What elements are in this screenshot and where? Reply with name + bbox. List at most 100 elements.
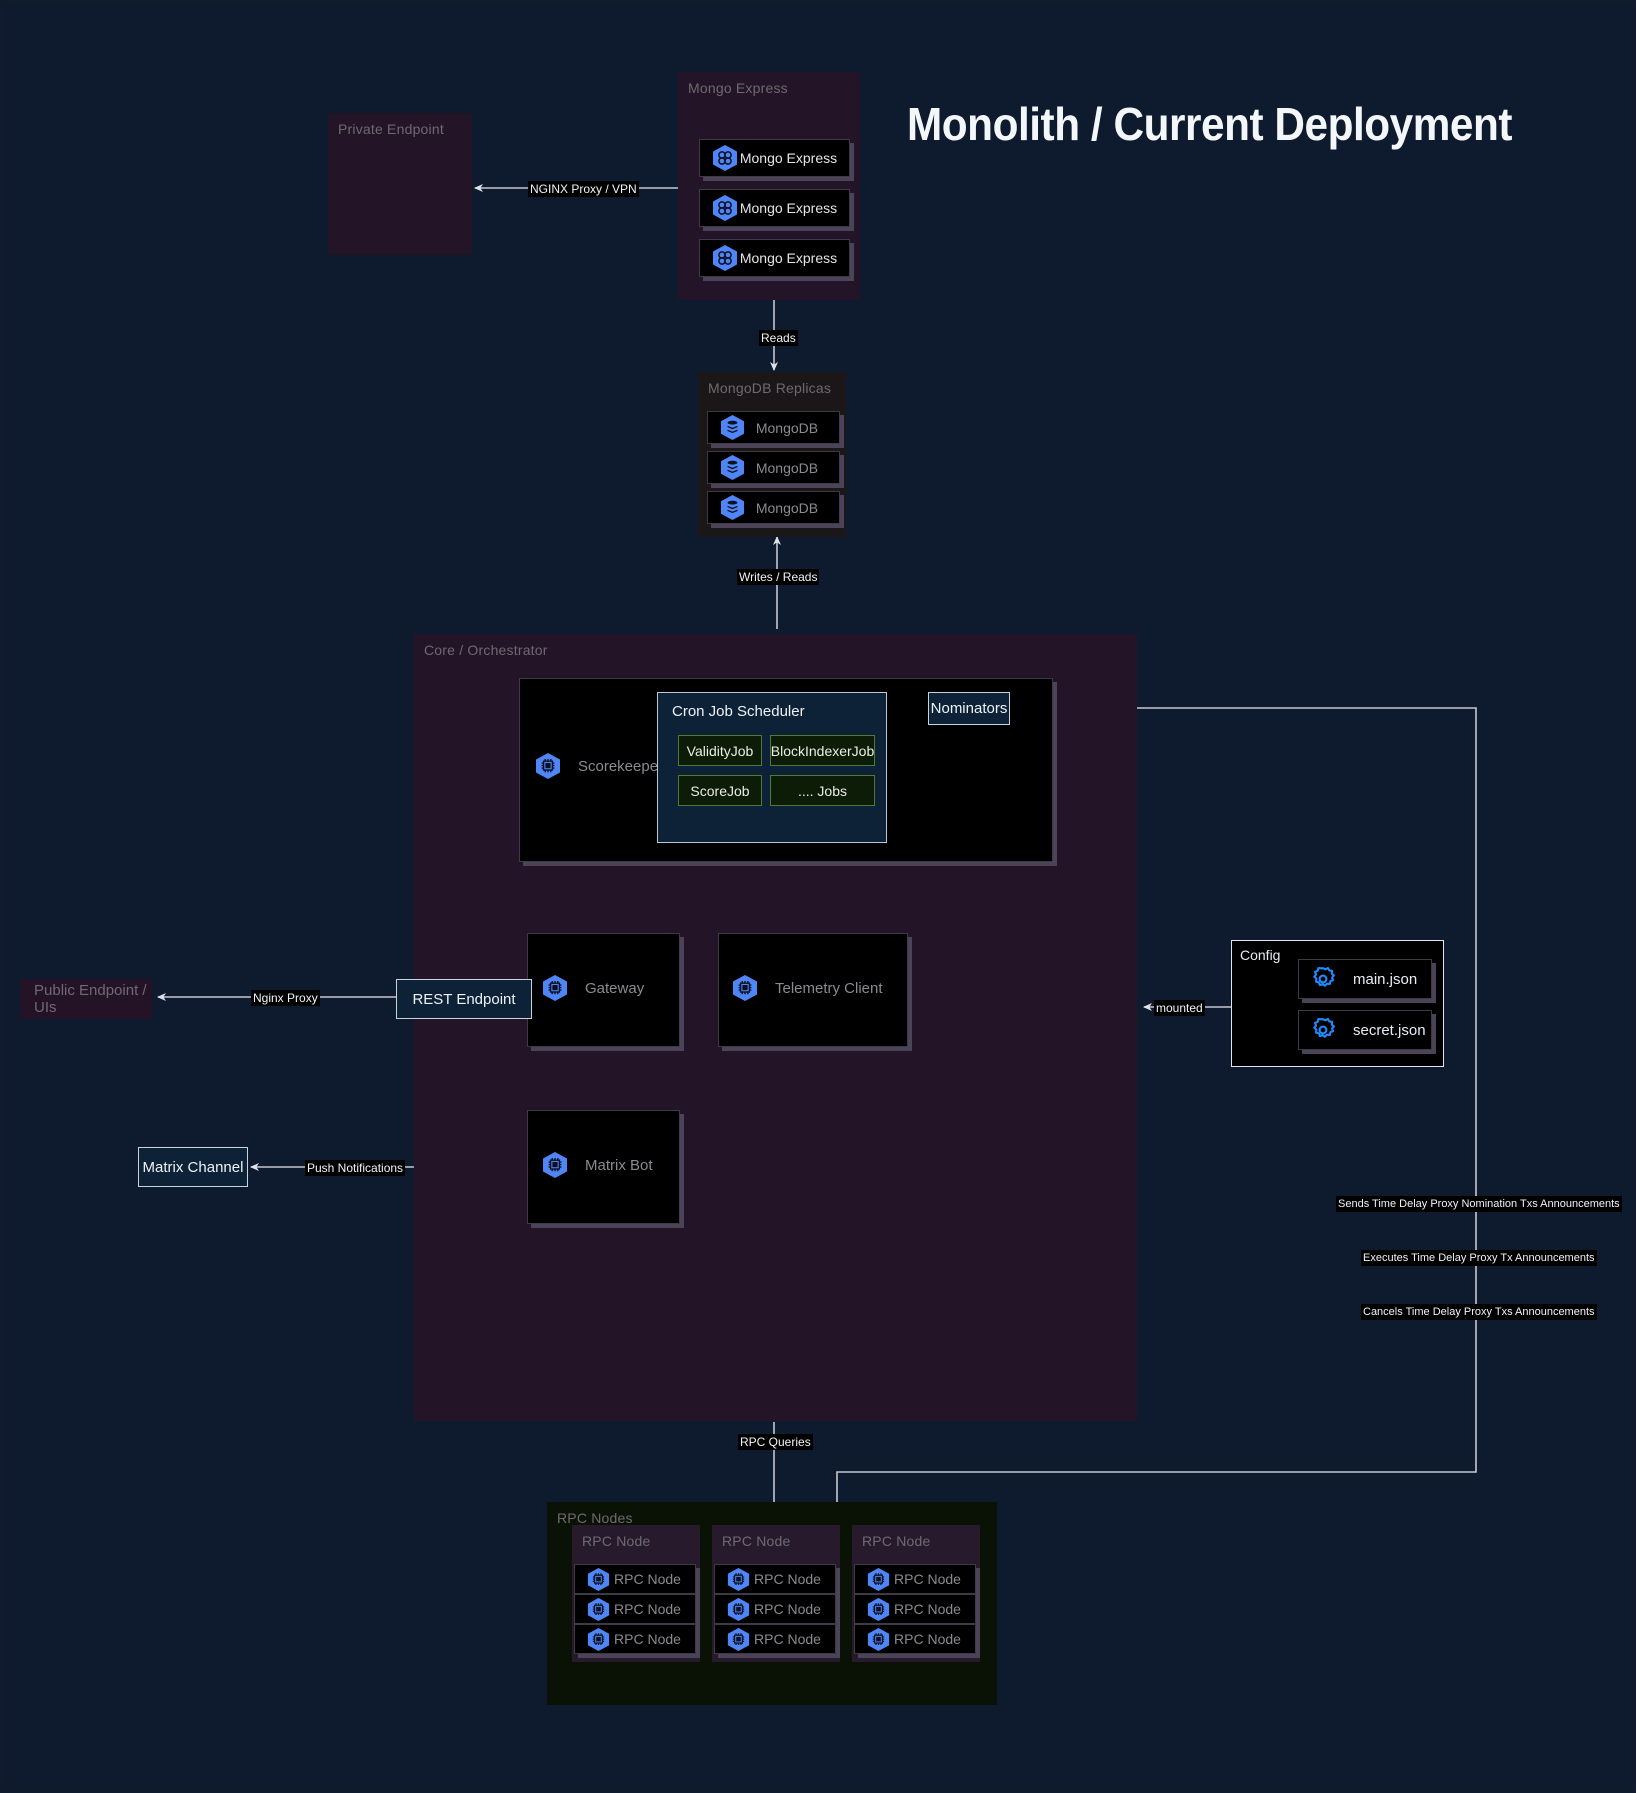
job-label: ScoreJob xyxy=(690,782,750,799)
rpc-node-1-3[interactable]: RPC Node xyxy=(574,1624,696,1654)
mongodb-node-2[interactable]: MongoDB xyxy=(707,451,840,484)
nominators-label: Nominators xyxy=(930,700,1008,717)
rpc-node-label: RPC Node xyxy=(754,1571,821,1587)
cpu-chip-icon xyxy=(542,974,568,1002)
rest-endpoint-box[interactable]: REST Endpoint xyxy=(396,979,532,1019)
rest-endpoint-label: REST Endpoint xyxy=(412,990,516,1008)
rpc-node-3-1[interactable]: RPC Node xyxy=(854,1564,976,1594)
telemetry-client-label: Telemetry Client xyxy=(775,979,883,997)
edge-label-cancels-tx: Cancels Time Delay Proxy Txs Announcemen… xyxy=(1361,1304,1597,1320)
cpu-chip-icon xyxy=(727,1597,750,1622)
rpc-node-label: RPC Node xyxy=(614,1571,681,1587)
cpu-chip-icon xyxy=(727,1567,750,1592)
gear-icon xyxy=(1309,965,1337,993)
private-endpoint-label: Private Endpoint xyxy=(338,121,444,137)
rpc-node-label: RPC Node xyxy=(614,1631,681,1647)
public-endpoint-label: Public Endpoint / UIs xyxy=(34,982,147,1016)
rpc-node-2-1[interactable]: RPC Node xyxy=(714,1564,836,1594)
private-endpoint-box: Private Endpoint xyxy=(328,113,472,255)
core-orchestrator-title: Core / Orchestrator xyxy=(424,642,548,658)
public-endpoint-box: Public Endpoint / UIs xyxy=(20,979,152,1019)
matrix-channel-box[interactable]: Matrix Channel xyxy=(138,1147,248,1187)
mongodb-node-3[interactable]: MongoDB xyxy=(707,491,840,524)
matrix-bot-label: Matrix Bot xyxy=(585,1156,653,1174)
rpc-node-label: RPC Node xyxy=(754,1631,821,1647)
gear-icon xyxy=(1309,1016,1337,1044)
mongo-express-node-2[interactable]: Mongo Express xyxy=(699,189,850,227)
mongodb-node-label: MongoDB xyxy=(755,499,819,516)
edge-label-writes-reads: Writes / Reads xyxy=(737,569,820,585)
edge-label-mounted: mounted xyxy=(1154,1000,1205,1016)
job-blockindexer[interactable]: BlockIndexerJob xyxy=(770,735,875,766)
job-more[interactable]: .... Jobs xyxy=(770,775,875,806)
mongodb-node-1[interactable]: MongoDB xyxy=(707,411,840,444)
rpc-node-2-2[interactable]: RPC Node xyxy=(714,1594,836,1624)
matrix-bot-node[interactable]: Matrix Bot xyxy=(542,1151,653,1179)
nominators-box[interactable]: Nominators xyxy=(928,692,1010,725)
mongodb-node-label: MongoDB xyxy=(755,419,819,436)
mongodb-node-label: MongoDB xyxy=(755,459,819,476)
edge-label-push-notifications: Push Notifications xyxy=(305,1160,406,1176)
config-file-secret[interactable]: secret.json xyxy=(1298,1010,1432,1050)
rpc-node-3-3[interactable]: RPC Node xyxy=(854,1624,976,1654)
job-label: BlockIndexerJob xyxy=(770,742,875,759)
rpc-nodes-group-title: RPC Nodes xyxy=(557,1510,633,1526)
cpu-chip-icon xyxy=(535,752,561,780)
cpu-chip-icon xyxy=(587,1597,610,1622)
edge-label-nginx-proxy: Nginx Proxy xyxy=(251,990,320,1006)
cpu-chip-icon xyxy=(587,1627,610,1652)
cpu-chip-icon xyxy=(587,1567,610,1592)
cpu-chip-icon xyxy=(867,1597,890,1622)
scorekeeper-node[interactable]: Scorekeeper xyxy=(535,752,663,780)
mongo-express-node-1[interactable]: Mongo Express xyxy=(699,139,850,177)
config-file-label: main.json xyxy=(1353,970,1418,988)
rpc-node-1-1[interactable]: RPC Node xyxy=(574,1564,696,1594)
rpc-node-label: RPC Node xyxy=(894,1601,961,1617)
scorekeeper-label: Scorekeeper xyxy=(578,757,664,775)
cpu-chip-icon xyxy=(727,1627,750,1652)
telemetry-client-node[interactable]: Telemetry Client xyxy=(732,974,883,1002)
cpu-chip-icon xyxy=(542,1151,568,1179)
rpc-node-label: RPC Node xyxy=(754,1601,821,1617)
page-title: Monolith / Current Deployment xyxy=(907,98,1513,150)
mongo-express-node-3[interactable]: Mongo Express xyxy=(699,239,850,277)
matrix-channel-label: Matrix Channel xyxy=(142,1158,244,1176)
cpu-chip-icon xyxy=(867,1567,890,1592)
edge-label-rpc-queries: RPC Queries xyxy=(738,1434,813,1450)
config-file-label: secret.json xyxy=(1353,1021,1426,1039)
edge-label-nginx-proxy-vpn: NGINX Proxy / VPN xyxy=(528,181,639,197)
job-label: ValidityJob xyxy=(686,742,754,759)
job-validity[interactable]: ValidityJob xyxy=(678,735,762,766)
mongo-express-node-label: Mongo Express xyxy=(739,200,838,216)
mongo-express-node-label: Mongo Express xyxy=(739,250,838,266)
rpc-node-group-title: RPC Node xyxy=(582,1533,651,1549)
rpc-node-1-2[interactable]: RPC Node xyxy=(574,1594,696,1624)
cron-job-scheduler-title: Cron Job Scheduler xyxy=(672,703,805,720)
rpc-node-group-title: RPC Node xyxy=(722,1533,791,1549)
rpc-node-3-2[interactable]: RPC Node xyxy=(854,1594,976,1624)
cpu-chip-icon xyxy=(732,974,758,1002)
rpc-node-label: RPC Node xyxy=(894,1571,961,1587)
edge-label-reads: Reads xyxy=(759,330,798,346)
config-file-main[interactable]: main.json xyxy=(1298,959,1432,999)
mongodb-icon xyxy=(720,494,745,521)
diagram-canvas: Monolith / Current Deployment NGINX Prox… xyxy=(0,0,1636,1791)
mongo-express-node-label: Mongo Express xyxy=(739,150,838,166)
cpu-chip-icon xyxy=(867,1627,890,1652)
config-title: Config xyxy=(1240,947,1281,963)
rpc-node-2-3[interactable]: RPC Node xyxy=(714,1624,836,1654)
job-label: .... Jobs xyxy=(797,782,848,799)
mongo-express-icon xyxy=(712,144,738,172)
cron-job-scheduler: Cron Job Scheduler xyxy=(657,692,887,843)
mongo-express-icon xyxy=(712,244,738,272)
gateway-node[interactable]: Gateway xyxy=(542,974,644,1002)
edge-label-sends-nomination: Sends Time Delay Proxy Nomination Txs An… xyxy=(1336,1196,1622,1212)
mongo-express-icon xyxy=(712,194,738,222)
rpc-node-label: RPC Node xyxy=(614,1601,681,1617)
rpc-node-group-title: RPC Node xyxy=(862,1533,931,1549)
gateway-label: Gateway xyxy=(585,979,645,997)
mongodb-icon xyxy=(720,454,745,481)
job-score[interactable]: ScoreJob xyxy=(678,775,762,806)
mongodb-icon xyxy=(720,414,745,441)
mongodb-replicas-group-title: MongoDB Replicas xyxy=(708,380,832,396)
